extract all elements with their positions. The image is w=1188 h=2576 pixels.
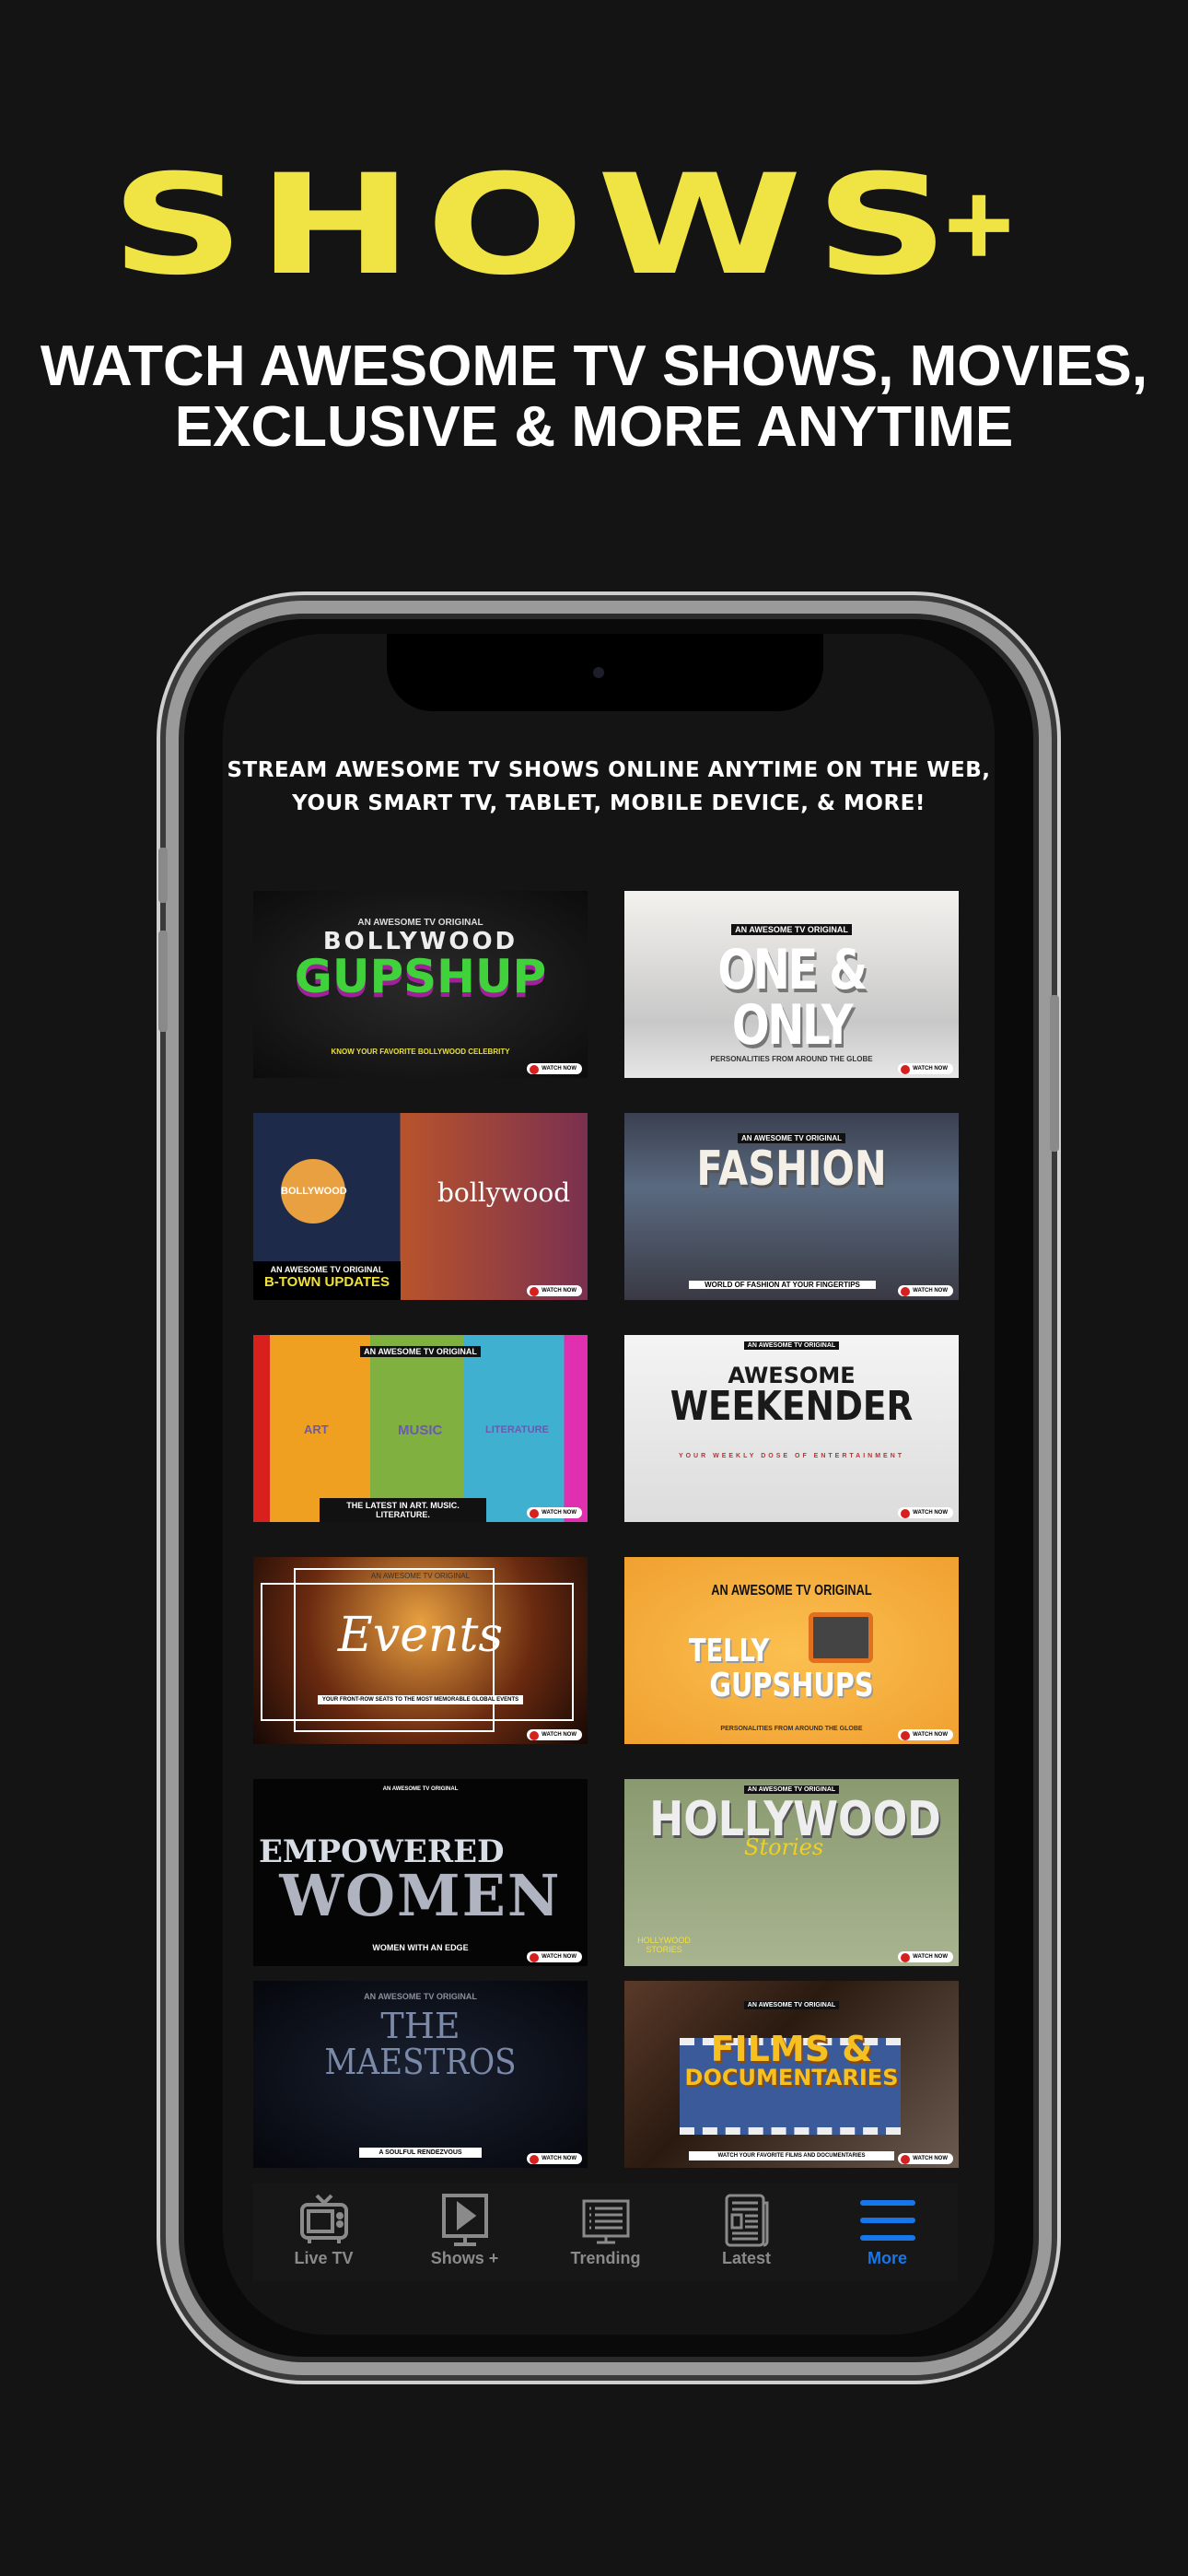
show-tile-one-and-only[interactable]: AN AWESOME TV ORIGINAL ONE & ONLY PERSON… (624, 891, 959, 1078)
notch (387, 634, 823, 711)
watch-now-button[interactable]: WATCH NOW (898, 1507, 953, 1518)
show-title: ONE & ONLY (717, 938, 868, 1058)
watch-now-button[interactable]: WATCH NOW (527, 1285, 582, 1296)
tab-label: Live TV (294, 2249, 354, 2267)
watch-now-button[interactable]: WATCH NOW (898, 2153, 953, 2164)
watch-now-button[interactable]: WATCH NOW (898, 1951, 953, 1962)
tab-live-tv[interactable]: Live TV (253, 2183, 394, 2281)
show-category: ART (304, 1423, 329, 1436)
show-tile-hollywood-stories[interactable]: AN AWESOME TV ORIGINAL HOLLYWOOD Stories… (624, 1779, 959, 1966)
original-label: AN AWESOME TV ORIGINAL (364, 1992, 477, 2001)
tab-label: More (867, 2249, 907, 2267)
show-title: GUPSHUPS (709, 1667, 874, 1704)
watch-now-button[interactable]: WATCH NOW (527, 1063, 582, 1074)
newspaper-icon (725, 2194, 768, 2247)
show-title: WOMEN (279, 1862, 562, 1929)
show-title: GUPSHUP (294, 950, 547, 1003)
show-category: MUSIC (398, 1423, 443, 1438)
tab-trending[interactable]: Trending (535, 2183, 676, 2281)
show-title: MAESTROS (324, 2042, 517, 2082)
show-tagline: YOUR FRONT-ROW SEATS TO THE MOST MEMORAB… (318, 1695, 523, 1704)
original-label: AN AWESOME TV ORIGINAL (731, 924, 852, 935)
watch-now-button[interactable]: WATCH NOW (898, 1729, 953, 1740)
volume-button (158, 931, 168, 1032)
show-tile-films-documentaries[interactable]: AN AWESOME TV ORIGINAL FILMS & DOCUMENTA… (624, 1981, 959, 2168)
show-title: WEEKENDER (670, 1383, 914, 1430)
show-tagline: HOLLYWOOD STORIES (637, 1936, 691, 1954)
show-tile-telly-gupshups[interactable]: AN AWESOME TV ORIGINAL TELLY GUPSHUPS PE… (624, 1557, 959, 1744)
menu-icon (859, 2200, 915, 2241)
original-label: AN AWESOME TV ORIGINAL (382, 1786, 459, 1792)
tab-more[interactable]: More (817, 2183, 958, 2281)
show-title: TELLY (689, 1633, 770, 1669)
stream-line-2: YOUR SMART TV, TABLET, MOBILE DEVICE, & … (292, 791, 926, 815)
original-label: AN AWESOME TV ORIGINAL (270, 1265, 384, 1274)
show-tagline: YOUR WEEKLY DOSE OF ENTERTAINMENT (678, 1453, 905, 1459)
show-tile-the-maestros[interactable]: AN AWESOME TV ORIGINAL THE MAESTROS A SO… (253, 1981, 588, 2168)
watch-now-button[interactable]: WATCH NOW (898, 1063, 953, 1074)
original-label: AN AWESOME TV ORIGINAL (743, 1341, 840, 1350)
show-tagline: WORLD OF FASHION AT YOUR FINGERTIPS (689, 1281, 876, 1289)
stream-text: STREAM AWESOME TV SHOWS ONLINE ANYTIME O… (223, 754, 995, 820)
show-title: THE (380, 2006, 460, 2046)
show-title: bollywood (437, 1177, 571, 1208)
show-category: LITERATURE (485, 1424, 549, 1435)
original-label: AN AWESOME TV ORIGINAL (360, 1346, 481, 1357)
camera (593, 667, 604, 678)
show-tile-events[interactable]: AN AWESOME TV ORIGINAL Events YOUR FRONT… (253, 1557, 588, 1744)
tv-icon (299, 2194, 348, 2243)
tab-label: Trending (570, 2249, 641, 2267)
original-label: AN AWESOME TV ORIGINAL (711, 1583, 872, 1598)
hero-title: SHOWS (111, 146, 962, 306)
hero-plus: + (944, 157, 1014, 291)
show-title: FILMS & (710, 2029, 873, 2069)
tab-label: Shows + (430, 2249, 499, 2267)
show-title: Events (337, 1608, 504, 1663)
list-monitor-icon (582, 2199, 629, 2244)
show-tagline: KNOW YOUR FAVORITE BOLLYWOOD CELEBRITY (331, 1048, 510, 1056)
play-monitor-icon (441, 2194, 488, 2246)
show-logo: BOLLYWOOD (281, 1159, 347, 1224)
phone-screen: STREAM AWESOME TV SHOWS ONLINE ANYTIME O… (223, 634, 995, 2335)
original-label: AN AWESOME TV ORIGINAL (370, 1572, 471, 1580)
show-tile-awesome-weekender[interactable]: AN AWESOME TV ORIGINAL AWESOME WEEKENDER… (624, 1335, 959, 1522)
show-tile-fashion[interactable]: AN AWESOME TV ORIGINAL FASHION WORLD OF … (624, 1113, 959, 1300)
power-button (1050, 995, 1059, 1152)
volume-button (158, 848, 168, 903)
stream-line-1: STREAM AWESOME TV SHOWS ONLINE ANYTIME O… (227, 758, 991, 782)
watch-now-button[interactable]: WATCH NOW (527, 1951, 582, 1962)
tab-bar: Live TV Shows + Trending Latest More (253, 2183, 958, 2281)
hero-subtitle-1: WATCH AWESOME TV SHOWS, MOVIES, (40, 334, 1148, 398)
tab-label: Latest (721, 2249, 771, 2267)
show-tagline: PERSONALITIES FROM AROUND THE GLOBE (710, 1055, 873, 1063)
tab-latest[interactable]: Latest (676, 2183, 817, 2281)
watch-now-button[interactable]: WATCH NOW (527, 1507, 582, 1518)
watch-now-button[interactable]: WATCH NOW (898, 1285, 953, 1296)
tab-shows-plus[interactable]: Shows + (394, 2183, 535, 2281)
show-subtitle: Stories (744, 1834, 824, 1860)
show-tile-b-town-updates[interactable]: BOLLYWOOD bollywood AN AWESOME TV ORIGIN… (253, 1113, 588, 1300)
show-tile-empowered-women[interactable]: AN AWESOME TV ORIGINAL EMPOWERED WOMEN W… (253, 1779, 588, 1966)
show-title: FASHION (696, 1142, 887, 1197)
show-title: DOCUMENTARIES (684, 2065, 899, 2090)
show-tagline: A SOULFUL RENDEZVOUS (359, 2148, 482, 2158)
show-tile-bollywood-gupshup[interactable]: AN AWESOME TV ORIGINAL BOLLYWOOD GUPSHUP… (253, 891, 588, 1078)
show-tagline: WATCH YOUR FAVORITE FILMS AND DOCUMENTAR… (689, 2151, 894, 2160)
hero-subtitle-2: EXCLUSIVE & MORE ANYTIME (174, 395, 1014, 459)
original-label: AN AWESOME TV ORIGINAL (743, 2001, 840, 2009)
watch-now-button[interactable]: WATCH NOW (527, 2153, 582, 2164)
show-tagline: THE LATEST IN ART. MUSIC. LITERATURE. (320, 1498, 486, 1522)
show-tile-art-music-literature[interactable]: AN AWESOME TV ORIGINAL ART MUSIC LITERAT… (253, 1335, 588, 1522)
show-tagline: B-TOWN UPDATES (263, 1274, 390, 1290)
watch-now-button[interactable]: WATCH NOW (527, 1729, 582, 1740)
